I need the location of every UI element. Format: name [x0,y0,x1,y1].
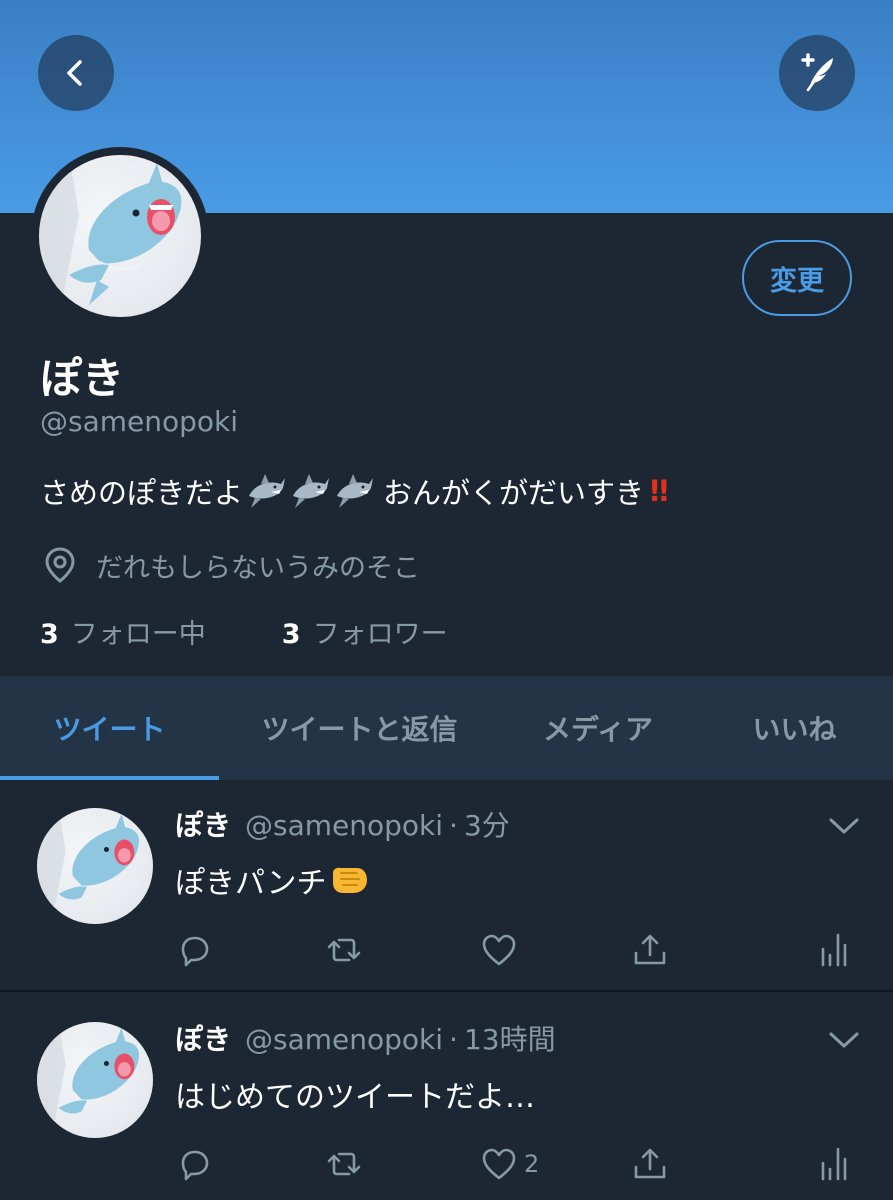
followers-link[interactable]: 3 フォロワー [282,612,448,651]
chevron-down-icon[interactable] [828,1030,860,1050]
location-text: だれもしらないうみのそこ [96,552,420,584]
following-count: 3 [40,619,59,650]
shark-emoji-icon [337,474,374,508]
fist-emoji-icon [332,867,367,893]
tweet-timestamp: 3分 [463,809,510,842]
profile-display-name: ぽき [40,354,125,403]
like-count: 2 [524,1150,540,1178]
analytics-icon [821,933,847,967]
tweet-timestamp: 13時間 [463,1023,556,1056]
like-button[interactable]: 2 [480,1144,539,1184]
reply-icon [181,1150,209,1181]
reply-button[interactable] [175,930,213,970]
reply-button[interactable] [175,1144,213,1184]
like-button[interactable] [480,930,524,970]
share-icon [634,934,666,965]
profile-location: だれもしらないうみのそこ [40,545,420,585]
tweet-author-handle[interactable]: @samenopoki [245,809,443,842]
back-button[interactable] [38,35,114,111]
bio-text-2: おんがくがだいすき [383,476,645,510]
retweet-icon [327,938,361,962]
compose-feather-icon [801,53,833,92]
tweet-header: ぽき @samenopoki · 3分 [175,804,510,844]
tweet-avatar[interactable] [37,1022,153,1138]
tweet-author-name[interactable]: ぽき [175,804,231,844]
retweet-icon [327,1152,361,1176]
edit-profile-button[interactable]: 変更 [742,240,852,316]
tweet-author-handle[interactable]: @samenopoki [245,1023,443,1056]
analytics-button[interactable] [815,930,853,970]
profile-tabs: ツイート ツイートと返信 メディア いいね [0,676,893,780]
retweet-button[interactable] [325,1144,363,1184]
analytics-icon [821,1147,847,1181]
profile-bio: さめのぽきだよ おんがくがだいすき !! [40,470,671,512]
tweet-separator: · [449,809,458,842]
profile-handle: @samenopoki [40,405,239,438]
tab-media[interactable]: メディア [500,676,696,780]
tab-tweets[interactable]: ツイート [0,676,219,780]
chevron-left-icon [67,60,82,86]
following-link[interactable]: 3 フォロー中 [40,612,206,651]
tweet-actions: 2 [175,1144,865,1184]
tab-likes[interactable]: いいね [696,676,893,780]
tweet-header: ぽき @samenopoki · 13時間 [175,1018,556,1058]
tweet-actions [175,930,865,970]
heart-icon [482,1148,516,1180]
shark-emoji-icon [293,474,330,508]
share-icon [634,1148,666,1179]
tweet-body: ぽきパンチ [175,866,327,901]
heart-icon [482,934,516,966]
compose-tweet-button[interactable] [779,35,855,111]
share-button[interactable] [631,930,669,970]
tweet-separator: · [449,1023,458,1056]
shark-avatar-image [39,155,201,317]
followers-count: 3 [281,619,301,650]
bio-text-1: さめのぽきだよ [40,476,244,510]
analytics-button[interactable] [815,1144,853,1184]
tweet-item[interactable]: ぽき @samenopoki · 3分 ぽきパンチ [0,780,893,992]
tweet-item[interactable]: ぽき @samenopoki · 13時間 はじめてのツイートだよ… 2 [0,994,893,1200]
shark-emoji-icon [249,474,286,508]
double-exclamation-emoji: !! [648,474,671,508]
tab-tweets-and-replies[interactable]: ツイートと返信 [219,676,500,780]
share-button[interactable] [631,1144,669,1184]
tweet-body: はじめてのツイートだよ… [175,1080,535,1115]
profile-avatar[interactable] [31,147,209,325]
tweet-author-name[interactable]: ぽき [175,1018,231,1058]
reply-icon [181,936,209,967]
location-pin-icon [45,547,75,583]
followers-label: フォロワー [312,619,448,650]
tweet-text: ぽきパンチ [175,858,369,902]
tweet-avatar[interactable] [37,808,153,924]
retweet-button[interactable] [325,930,363,970]
profile-page: 変更 ぽき @samenopoki さめのぽきだよ おんがくがだいすき !! だ… [0,0,893,1200]
tweet-text: はじめてのツイートだよ… [175,1072,535,1116]
chevron-down-icon[interactable] [828,816,860,836]
shark-emoji-group [245,470,375,512]
follow-stats: 3 フォロー中 3 フォロワー [40,612,524,651]
following-label: フォロー中 [70,619,206,650]
